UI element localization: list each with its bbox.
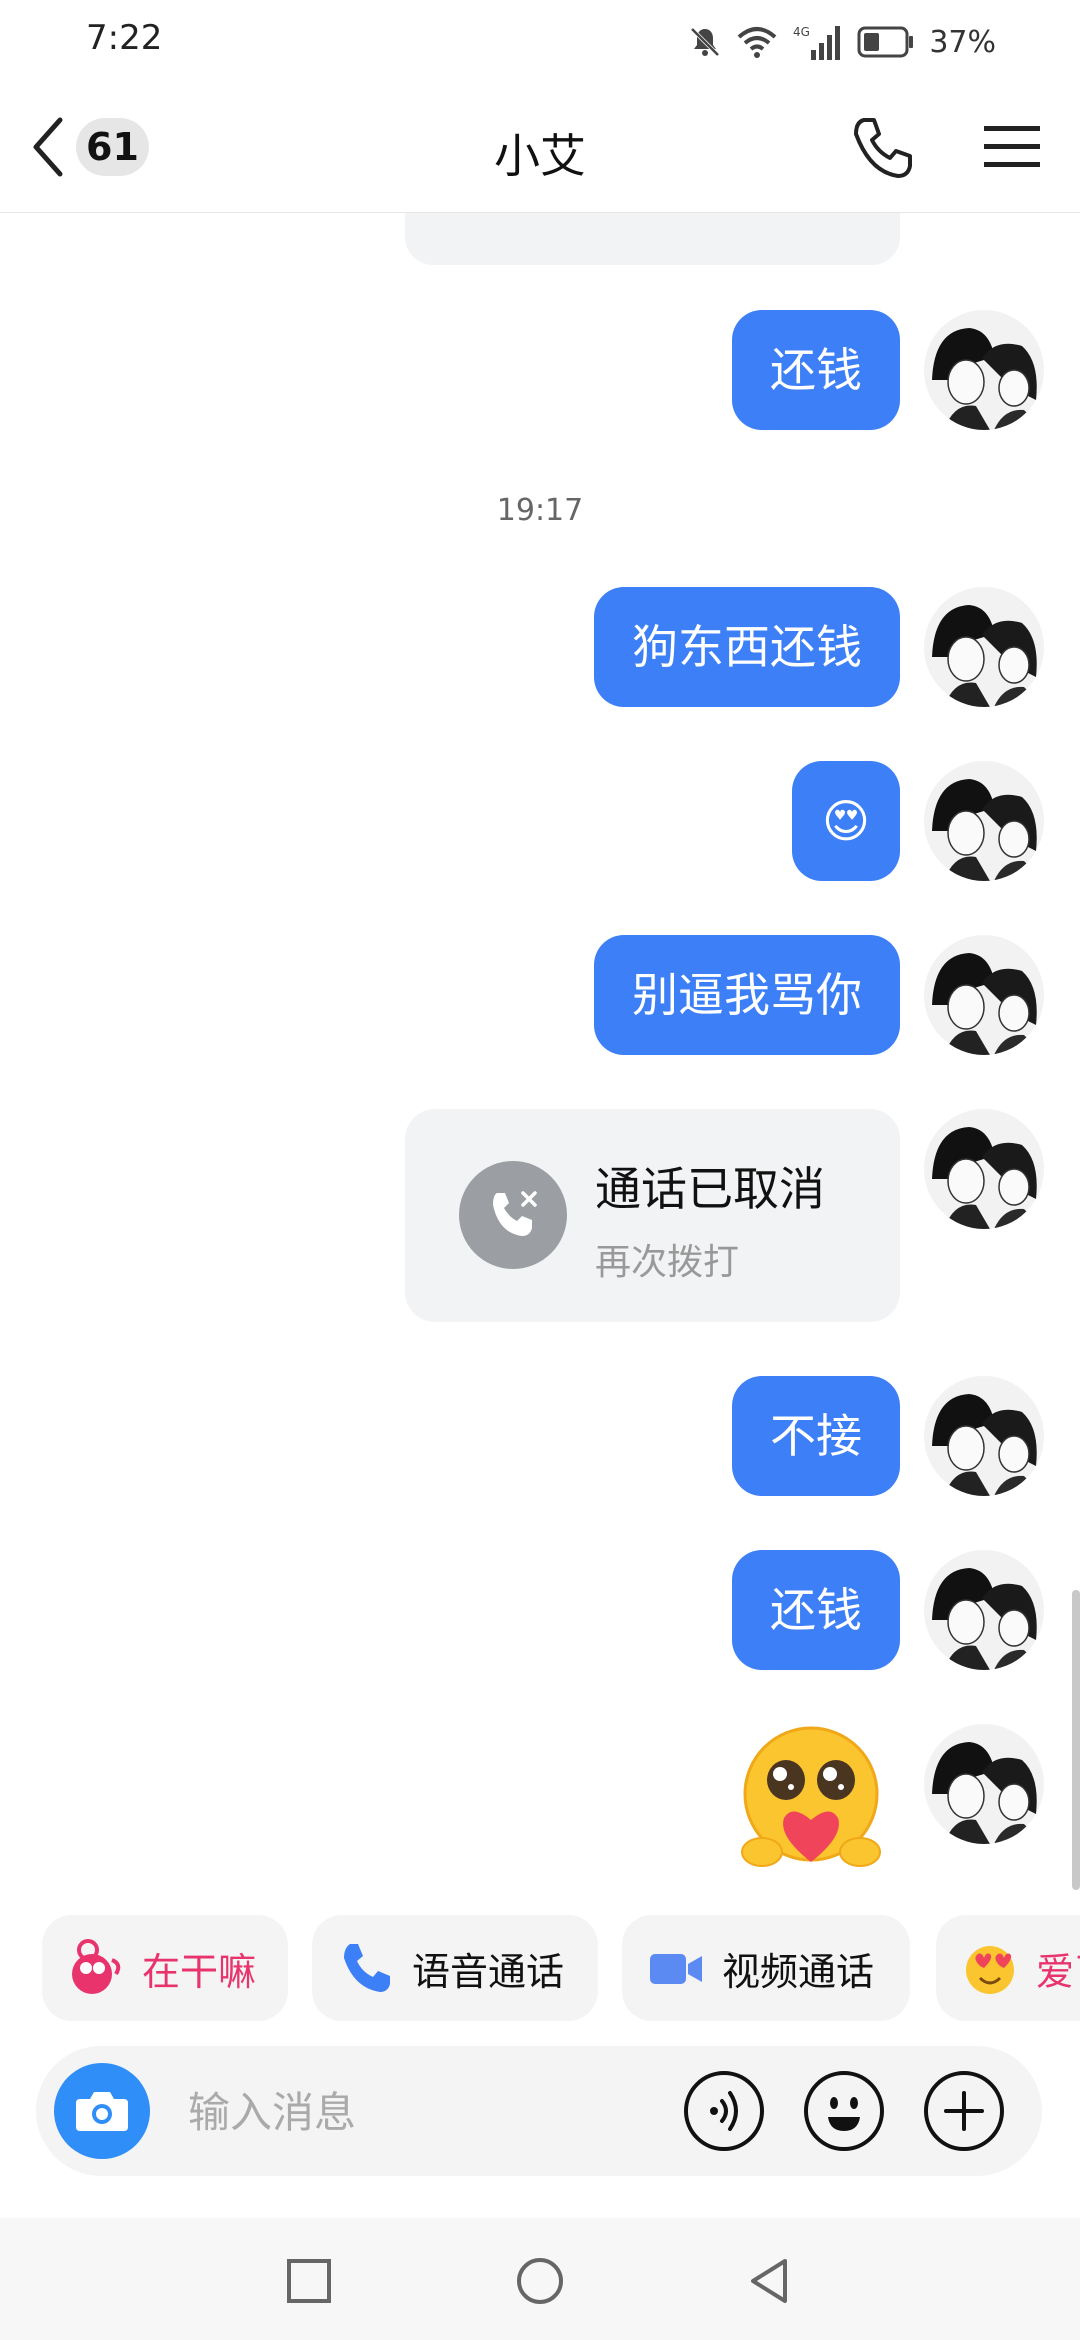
sent-message-bubble[interactable]: 还钱 [732, 1550, 900, 1670]
sent-message-bubble[interactable]: 狗东西还钱 [594, 587, 900, 707]
menu-icon[interactable] [982, 122, 1042, 172]
sent-message-bubble[interactable]: 不接 [732, 1376, 900, 1496]
camera-icon [76, 2092, 128, 2131]
mute-bell-icon [690, 27, 720, 57]
call-cancelled-icon [459, 1161, 567, 1269]
emoji-button[interactable] [802, 2069, 886, 2153]
sticker-icon [72, 1939, 121, 1994]
avatar[interactable] [924, 1376, 1044, 1496]
chat-header: 61 小艾 [0, 84, 1080, 213]
avatar[interactable] [924, 1109, 1044, 1229]
signal-4g-icon: 4G [793, 25, 841, 60]
message-row: 还钱 [0, 1550, 1080, 1670]
avatar-image [924, 1109, 1044, 1229]
scrollbar[interactable] [1072, 1590, 1080, 1890]
camera-button[interactable] [54, 2063, 150, 2159]
call-cancelled-card[interactable]: 通话已取消 再次拨打 [405, 1109, 900, 1322]
home-button[interactable] [515, 2256, 565, 2306]
add-button[interactable] [922, 2069, 1006, 2153]
chat-message-list[interactable]: 还钱 19:17 狗东西还钱 😍 别逼我骂你 通话已取消 再次拨打 不接 还钱 [0, 213, 1080, 1893]
avatar-image [924, 761, 1044, 881]
wifi-icon [737, 27, 777, 58]
avatar[interactable] [924, 935, 1044, 1055]
avatar[interactable] [924, 310, 1044, 430]
message-row: 别逼我骂你 [0, 935, 1080, 1055]
sent-emoji-bubble[interactable]: 😍 [792, 761, 900, 881]
message-row: 不接 [0, 1376, 1080, 1496]
sent-message-bubble[interactable]: 别逼我骂你 [594, 935, 900, 1055]
recent-apps-button[interactable] [284, 2256, 334, 2306]
quick-action-label: 视频通话 [722, 1949, 875, 1994]
quick-action-video-call[interactable]: 视频通话 [622, 1915, 910, 2021]
message-row: 还钱 [0, 310, 1080, 430]
quick-action-label: 语音通话 [412, 1949, 565, 1994]
status-time: 7:22 [86, 18, 163, 58]
quick-action-label: 在干嘛 [142, 1949, 257, 1994]
avatar-image [924, 1550, 1044, 1670]
avatar-image [924, 587, 1044, 707]
timestamp: 19:17 [496, 493, 584, 528]
phone-icon [344, 1944, 390, 1992]
video-camera-icon [650, 1954, 702, 1984]
phone-call-button[interactable] [850, 114, 916, 180]
avatar[interactable] [924, 587, 1044, 707]
avatar-image [924, 1376, 1044, 1496]
message-row: 😍 [0, 761, 1080, 881]
back-nav-button[interactable] [745, 2256, 795, 2306]
battery-percent: 37% [929, 24, 996, 60]
avatar[interactable] [924, 761, 1044, 881]
message-row [0, 1724, 1080, 1874]
redial-link[interactable]: 再次拨打 [595, 1233, 739, 1285]
message-input[interactable] [186, 2076, 690, 2148]
call-status-title: 通话已取消 [595, 1162, 825, 1216]
sent-message-bubble[interactable]: 还钱 [732, 310, 900, 430]
quick-action-label: 爱了 [1036, 1949, 1080, 1994]
heart-eyes-icon [966, 1946, 1014, 1994]
battery-icon [857, 26, 914, 58]
avatar[interactable] [924, 1550, 1044, 1670]
quick-action-whats-up[interactable]: 在干嘛 [42, 1915, 288, 2021]
chat-title: 小艾 [494, 129, 586, 183]
avatar[interactable] [924, 1724, 1044, 1844]
quick-action-voice-call[interactable]: 语音通话 [312, 1915, 598, 2021]
quick-action-bar[interactable]: 在干嘛 语音通话 视频通话 爱了 [0, 1915, 1080, 2021]
hug-heart-sticker[interactable] [738, 1724, 884, 1874]
message-input-bar [36, 2046, 1042, 2176]
avatar-image [924, 1724, 1044, 1844]
svg-text:4G: 4G [793, 25, 810, 39]
message-row: 狗东西还钱 [0, 587, 1080, 707]
quick-action-love[interactable]: 爱了 [936, 1915, 1080, 2021]
previous-message-card[interactable] [405, 213, 900, 265]
voice-input-button[interactable] [682, 2069, 766, 2153]
system-nav-bar [0, 2218, 1080, 2340]
avatar-image [924, 935, 1044, 1055]
status-icons: 4G 37% [687, 20, 996, 64]
message-row: 通话已取消 再次拨打 [0, 1109, 1080, 1322]
avatar-image [924, 310, 1044, 430]
status-bar: 7:22 4G 37% [0, 0, 1080, 84]
